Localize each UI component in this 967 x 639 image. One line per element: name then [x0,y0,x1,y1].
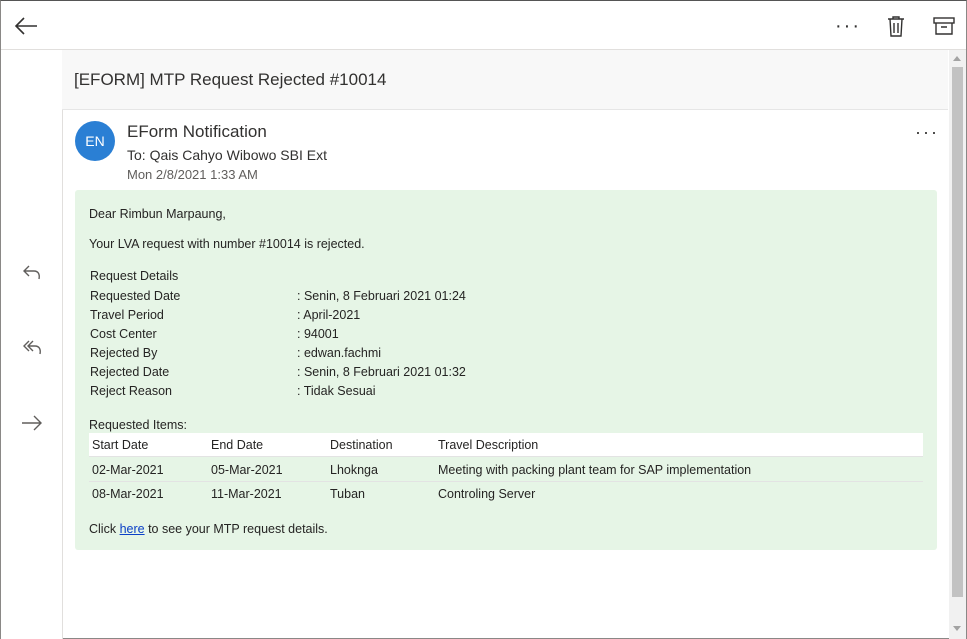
column-header: Start Date [92,438,149,452]
trash-icon[interactable] [881,11,911,41]
detail-label: Travel Period [90,308,164,322]
table-header-row: Start Date End Date Destination Travel D… [89,433,923,457]
table-cell: 08-Mar-2021 [92,487,164,501]
detail-label: Rejected Date [90,365,170,379]
message-body: Dear Rimbun Marpaung, Your LVA request w… [75,190,937,550]
detail-value: : edwan.fachmi [297,346,382,360]
detail-value: : April-2021 [297,308,361,322]
table-row: 08-Mar-2021 11-Mar-2021 Tuban Controling… [89,482,923,505]
table-row: 02-Mar-2021 05-Mar-2021 Lhoknga Meeting … [89,458,923,482]
footer-suffix: to see your MTP request details. [144,522,328,536]
detail-label: Rejected By [90,346,158,360]
reply-all-icon[interactable] [17,332,47,362]
archive-icon[interactable] [929,11,959,41]
details-title: Request Details [90,269,179,283]
column-header: Travel Description [438,438,539,452]
vertical-scrollbar[interactable] [949,50,966,639]
more-options-button[interactable]: ··· [833,13,863,39]
back-arrow-icon[interactable] [11,11,41,41]
detail-value: : 94001 [297,327,339,341]
reply-icon[interactable] [17,257,47,287]
greeting: Dear Rimbun Marpaung, [89,207,226,221]
detail-value: : Senin, 8 Februari 2021 01:24 [297,289,466,303]
table-cell: Controling Server [438,487,536,501]
detail-label: Requested Date [90,289,181,303]
message-date: Mon 2/8/2021 1:33 AM [127,167,258,182]
footer-prefix: Click [89,522,120,536]
column-header: Destination [330,438,393,452]
details-link[interactable]: here [120,522,145,536]
scrollbar-thumb[interactable] [952,67,963,597]
scroll-up-icon[interactable] [953,56,961,61]
email-subject: [EFORM] MTP Request Rejected #10014 [74,70,387,89]
column-header: End Date [211,438,264,452]
detail-value: : Tidak Sesuai [297,384,376,398]
items-title: Requested Items: [89,418,187,432]
top-toolbar: ··· [1,1,966,50]
recipient-line: To: Qais Cahyo Wibowo SBI Ext [127,147,327,163]
message-more-button[interactable]: ··· [912,120,942,144]
table-cell: 11-Mar-2021 [211,487,282,501]
scroll-down-icon[interactable] [953,626,961,631]
intro-text: Your LVA request with number #10014 is r… [89,237,365,251]
table-cell: Meeting with packing plant team for SAP … [438,463,752,477]
detail-label: Reject Reason [90,384,172,398]
action-rail [1,50,63,639]
avatar: EN [75,121,115,161]
forward-icon[interactable] [17,408,47,438]
subject-bar: [EFORM] MTP Request Rejected #10014 [62,50,948,110]
table-cell: 02-Mar-2021 [92,463,164,477]
table-cell: Tuban [330,487,365,501]
footer-text: Click here to see your MTP request detai… [89,522,328,536]
table-cell: Lhoknga [330,463,378,477]
sender-name: EForm Notification [127,122,267,141]
detail-value: : Senin, 8 Februari 2021 01:32 [297,365,466,379]
detail-label: Cost Center [90,327,157,341]
table-cell: 05-Mar-2021 [211,463,283,477]
